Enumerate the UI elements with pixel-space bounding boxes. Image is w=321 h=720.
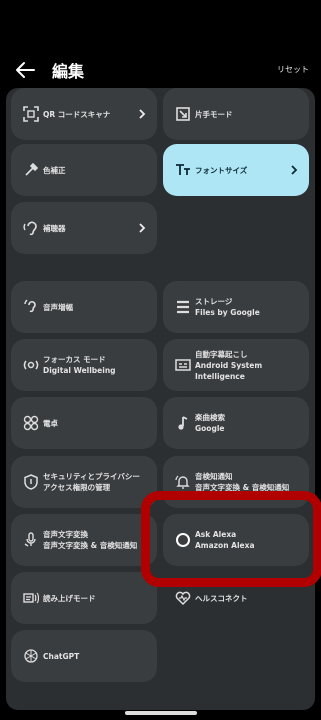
focus-mode-icon [23, 360, 39, 370]
tile-security-privacy[interactable]: セキュリティとプライバシー アクセス権限の管理 [11, 456, 157, 508]
storage-icon [177, 300, 189, 314]
calculator-icon [23, 415, 39, 431]
tile-calculator[interactable]: 電卓 [11, 397, 157, 449]
tile-label: セキュリティとプライバシー [43, 472, 140, 481]
tile-color-correction[interactable]: 色補正 [11, 144, 157, 196]
tile-label: ChatGPT [43, 651, 80, 661]
tile-one-hand-mode[interactable]: 片手モード [163, 88, 309, 140]
tile-music-search[interactable]: 楽曲検索 Google [163, 397, 309, 449]
tile-qr-scanner[interactable]: QR コードスキャナ [11, 88, 157, 140]
shield-icon [24, 474, 38, 490]
live-transcribe-icon [24, 532, 36, 547]
reset-button[interactable]: リセット [277, 64, 309, 75]
qr-scan-icon [23, 106, 39, 122]
tile-hearing-aids[interactable]: 補聴器 [11, 202, 157, 254]
font-size-icon [176, 164, 190, 175]
back-arrow-icon[interactable] [14, 60, 36, 80]
tile-label: ストレージ [195, 297, 233, 306]
chatgpt-icon [24, 649, 38, 663]
sound-amplifier-icon [24, 299, 36, 313]
tile-sublabel: Android System Intelligence [195, 360, 263, 381]
tile-label: 片手モード [195, 109, 233, 119]
tile-label: 電卓 [43, 418, 58, 428]
tile-label: 音声増幅 [43, 302, 73, 312]
tile-label: フォントサイズ [195, 165, 248, 175]
tile-sublabel: Digital Wellbeing [43, 366, 116, 375]
tile-chatgpt[interactable]: ChatGPT [11, 630, 157, 682]
live-caption-icon [175, 359, 191, 371]
tile-label: ヘルスコネクト [195, 593, 248, 603]
quick-settings-edit-panel: QR コードスキャナ 片手モード 色補正 フォントサイズ 補聴器 音声増幅 スト… [6, 88, 315, 710]
tile-sublabel: Google [195, 424, 225, 433]
tile-label: 色補正 [43, 165, 66, 175]
health-connect-icon [175, 591, 191, 606]
chevron-right-icon [139, 109, 146, 119]
tile-live-caption[interactable]: 自動字幕起こし Android System Intelligence [163, 339, 309, 391]
tile-focus-mode[interactable]: フォーカス モード Digital Wellbeing [11, 339, 157, 391]
highlight-annotation-frame [141, 491, 321, 587]
app-bar: 編集 リセット [0, 0, 321, 88]
page-title: 編集 [52, 62, 85, 81]
chevron-right-icon [139, 223, 146, 233]
tile-label: 楽曲検索 [195, 413, 225, 422]
tile-label: 自動字幕起こし [195, 349, 248, 359]
chevron-right-icon [291, 165, 298, 175]
tile-live-transcribe[interactable]: 音声文字変換音声文字変換 & 音検知通知 [11, 514, 157, 566]
tile-label: 音声文字変換 [43, 530, 88, 539]
tile-sublabel: Files by Google [195, 308, 260, 317]
tile-sublabel: 音声文字変換 & 音検知通知 [43, 541, 138, 550]
reading-mode-icon [23, 592, 39, 604]
eyedropper-icon [25, 162, 39, 176]
hearing-aid-icon [23, 221, 37, 236]
tile-storage[interactable]: ストレージ Files by Google [163, 281, 309, 333]
tile-label: QR コードスキャナ [43, 109, 111, 119]
tile-label: 音検知通知 [195, 472, 233, 481]
music-note-icon [178, 416, 188, 430]
sound-notification-icon [175, 475, 190, 489]
tile-sublabel: アクセス権限の管理 [43, 483, 111, 492]
tile-label: 読み上げモード [43, 593, 96, 603]
tile-sound-amplifier[interactable]: 音声増幅 [11, 281, 157, 333]
tile-label: フォーカス モード [43, 355, 106, 364]
tile-reading-mode[interactable]: 読み上げモード [11, 572, 157, 624]
tile-label: 補聴器 [43, 223, 66, 233]
gesture-home-bar[interactable] [125, 711, 197, 715]
tile-font-size[interactable]: フォントサイズ [163, 144, 309, 196]
one-hand-mode-icon [176, 107, 190, 121]
